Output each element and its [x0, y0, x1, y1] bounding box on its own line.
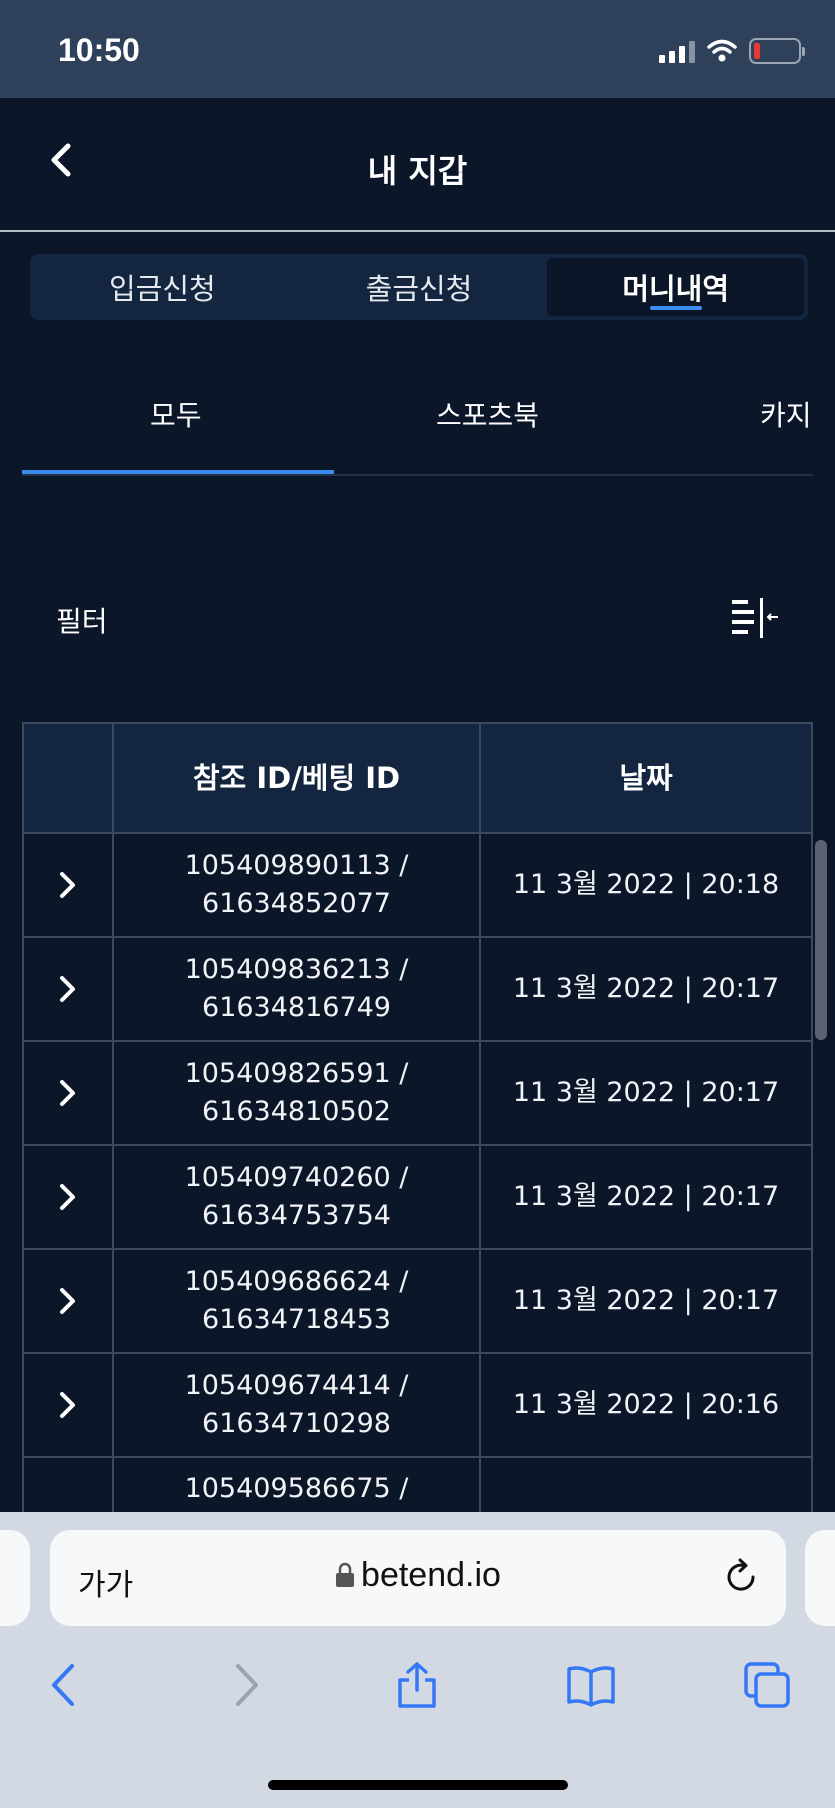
status-icons	[659, 38, 805, 64]
table-header-row: 참조 ID/베팅 ID 날짜	[24, 724, 811, 834]
date-cell: 11 3월 2022 | 20:18	[512, 869, 780, 900]
table-row: 105409826591 / 61634810502 11 3월 2022 | …	[24, 1042, 811, 1146]
ref-bet-id-cell: 105409826591 / 61634810502	[114, 1042, 481, 1144]
tab-casino[interactable]: 카지	[760, 394, 812, 434]
history-sub-tabs: 모두 스포츠북 카지	[22, 370, 813, 476]
ref-id: 105409826591 /	[184, 1058, 409, 1089]
ref-bet-id-cell: 105409674414 / 61634710298	[114, 1354, 481, 1456]
bet-id: 61634852077	[202, 888, 391, 919]
bet-id: 61634810502	[202, 1096, 391, 1127]
chevron-right-icon[interactable]	[51, 1076, 85, 1110]
date-cell: 11 3월 2022 | 20:16	[512, 1389, 780, 1420]
date-cell: 11 3월 2022 | 20:17	[512, 1285, 780, 1316]
segment-deposit-request[interactable]: 입금신청	[34, 258, 291, 316]
row-expand-cell	[24, 1250, 114, 1352]
date-cell: 11 3월 2022 | 20:17	[512, 1181, 780, 1212]
filter-label: 필터	[56, 605, 108, 638]
column-header-ref-id: 참조 ID/베팅 ID	[114, 724, 481, 832]
bet-id: 61634710298	[202, 1408, 391, 1439]
battery-level	[754, 43, 760, 59]
filter-toggle-icon[interactable]	[730, 598, 780, 640]
table-row: 105409586675 /	[24, 1458, 811, 1512]
table-row: 105409686624 / 61634718453 11 3월 2022 | …	[24, 1250, 811, 1354]
row-expand-cell	[24, 1458, 114, 1512]
row-expand-cell	[24, 1146, 114, 1248]
address-bar[interactable]: 가가 betend.io	[50, 1530, 786, 1626]
ref-bet-id-cell: 105409740260 / 61634753754	[114, 1146, 481, 1248]
wallet-segment-control: 입금신청 출금신청 머니내역	[30, 254, 808, 320]
ref-id: 105409586675 /	[184, 1473, 409, 1504]
url-text: betend.io	[361, 1556, 501, 1594]
segment-withdraw-request[interactable]: 출금신청	[291, 258, 548, 316]
app-header: 내 지갑	[0, 98, 835, 232]
browser-toolbar: 가가 betend.io	[0, 1512, 835, 1808]
tabs-icon[interactable]	[742, 1660, 792, 1710]
signal-icon	[659, 39, 695, 63]
table-row: 105409740260 / 61634753754 11 3월 2022 | …	[24, 1146, 811, 1250]
date-cell: 11 3월 2022 | 20:17	[512, 1077, 780, 1108]
table-row: 105409674414 / 61634710298 11 3월 2022 | …	[24, 1354, 811, 1458]
reload-icon[interactable]	[720, 1556, 762, 1598]
column-header-date: 날짜	[619, 761, 673, 795]
ref-id: 105409890113 /	[184, 850, 409, 881]
ref-id: 105409686624 /	[184, 1266, 409, 1297]
table-row: 105409890113 / 61634852077 11 3월 2022 | …	[24, 834, 811, 938]
active-tab-underline	[22, 470, 334, 474]
row-expand-cell	[24, 1354, 114, 1456]
date-cell: 11 3월 2022 | 20:17	[512, 973, 780, 1004]
ref-bet-id-cell: 105409586675 /	[114, 1458, 481, 1512]
chevron-right-icon[interactable]	[51, 972, 85, 1006]
home-indicator	[268, 1780, 568, 1790]
next-tab-preview[interactable]	[805, 1530, 835, 1626]
chevron-right-icon[interactable]	[51, 1284, 85, 1318]
segment-money-history[interactable]: 머니내역	[547, 258, 805, 316]
battery-icon	[749, 38, 805, 64]
url-display: betend.io	[50, 1556, 786, 1595]
tab-all[interactable]: 모두	[150, 394, 202, 434]
expand-column-header	[24, 724, 114, 832]
chevron-right-icon[interactable]	[51, 1180, 85, 1214]
bet-id: 61634718453	[202, 1304, 391, 1335]
status-bar: 10:50	[0, 0, 835, 98]
ref-id: 105409674414 /	[184, 1370, 409, 1401]
bookmarks-icon[interactable]	[566, 1660, 616, 1710]
row-expand-cell	[24, 938, 114, 1040]
chevron-right-icon[interactable]	[51, 868, 85, 902]
tab-sportsbook[interactable]: 스포츠북	[436, 394, 539, 434]
prev-tab-preview[interactable]	[0, 1530, 30, 1626]
ref-bet-id-cell: 105409836213 / 61634816749	[114, 938, 481, 1040]
bet-id: 61634753754	[202, 1200, 391, 1231]
row-expand-cell	[24, 834, 114, 936]
bet-id: 61634816749	[202, 992, 391, 1023]
row-expand-cell	[24, 1042, 114, 1144]
browser-back-icon[interactable]	[40, 1660, 90, 1710]
chevron-right-icon[interactable]	[51, 1388, 85, 1422]
ref-bet-id-cell: 105409890113 / 61634852077	[114, 834, 481, 936]
lock-icon	[336, 1562, 355, 1587]
money-history-table: 참조 ID/베팅 ID 날짜 105409890113 / 6163485207…	[22, 722, 813, 1512]
table-row: 105409836213 / 61634816749 11 3월 2022 | …	[24, 938, 811, 1042]
wifi-icon	[707, 39, 737, 62]
page-title: 내 지갑	[367, 152, 468, 190]
date-cell	[481, 1458, 811, 1512]
ref-id: 105409740260 /	[184, 1162, 409, 1193]
browser-forward-icon[interactable]	[220, 1660, 270, 1710]
table-scrollbar[interactable]	[815, 840, 827, 1040]
share-icon[interactable]	[392, 1660, 442, 1710]
ref-id: 105409836213 /	[184, 954, 409, 985]
ref-bet-id-cell: 105409686624 / 61634718453	[114, 1250, 481, 1352]
status-time: 10:50	[58, 32, 140, 68]
